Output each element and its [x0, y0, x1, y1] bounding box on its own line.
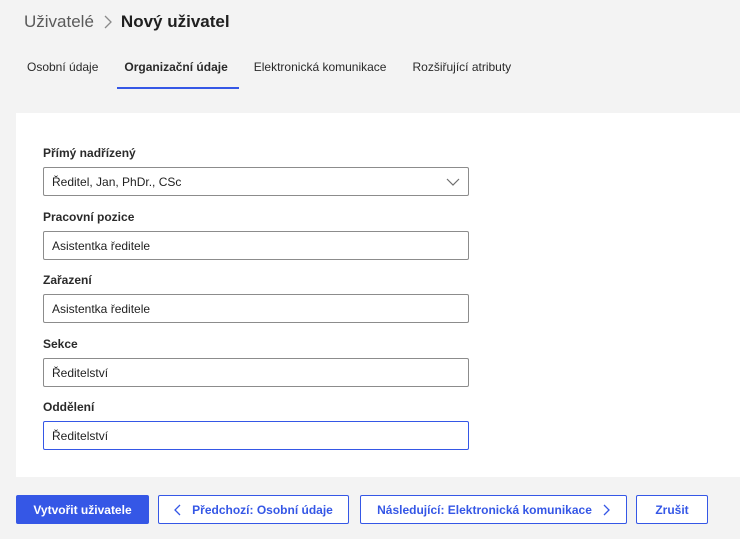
tab-electronic-communication[interactable]: Elektronická komunikace [243, 54, 398, 89]
section-label: Sekce [43, 337, 78, 351]
classification-input[interactable]: Asistentka ředitele [43, 294, 469, 323]
page-title: Nový uživatel [120, 12, 230, 31]
tab-organizational-data[interactable]: Organizační údaje [113, 54, 239, 89]
chevron-right-icon [104, 15, 112, 29]
form-panel: Přímý nadřízený Ředitel, Jan, PhDr., CSc… [16, 113, 740, 477]
department-field: Oddělení Ředitelství [43, 399, 469, 450]
next-button-label: Následující: Elektronická komunikace [377, 502, 592, 517]
previous-button-label: Předchozí: Osobní údaje [192, 502, 333, 517]
chevron-right-icon [603, 504, 610, 516]
department-value: Ředitelství [52, 428, 109, 443]
position-field: Pracovní pozice Asistentka ředitele [43, 209, 469, 260]
tab-extended-attributes[interactable]: Rozšiřující atributy [401, 54, 522, 89]
tab-label: Organizační údaje [124, 60, 228, 74]
position-label: Pracovní pozice [43, 210, 135, 224]
supervisor-label: Přímý nadřízený [43, 146, 136, 160]
chevron-left-icon [174, 504, 181, 516]
tab-label: Osobní údaje [27, 60, 99, 74]
position-input[interactable]: Asistentka ředitele [43, 231, 469, 260]
action-bar: Vytvořit uživatele Předchozí: Osobní úda… [16, 495, 708, 524]
section-input[interactable]: Ředitelství [43, 358, 469, 387]
supervisor-field: Přímý nadřízený Ředitel, Jan, PhDr., CSc [43, 145, 469, 196]
section-value: Ředitelství [52, 365, 109, 380]
classification-label: Zařazení [43, 273, 92, 287]
active-tab-indicator [117, 87, 239, 89]
next-button[interactable]: Následující: Elektronická komunikace [360, 495, 627, 524]
breadcrumb-parent-link[interactable]: Uživatelé [24, 12, 94, 32]
tab-bar: Osobní údaje Organizační údaje Elektroni… [16, 54, 526, 89]
tab-personal-data[interactable]: Osobní údaje [16, 54, 109, 89]
department-label: Oddělení [43, 400, 95, 414]
classification-field: Zařazení Asistentka ředitele [43, 272, 469, 323]
tab-label: Elektronická komunikace [253, 60, 387, 74]
chevron-down-icon [446, 178, 460, 186]
classification-value: Asistentka ředitele [52, 301, 151, 316]
supervisor-select[interactable]: Ředitel, Jan, PhDr., CSc [43, 167, 469, 196]
department-input[interactable]: Ředitelství [43, 421, 469, 450]
tab-label: Rozšiřující atributy [412, 60, 512, 74]
supervisor-value: Ředitel, Jan, PhDr., CSc [52, 174, 182, 189]
section-field: Sekce Ředitelství [43, 336, 469, 387]
position-value: Asistentka ředitele [52, 238, 151, 253]
previous-button[interactable]: Předchozí: Osobní údaje [158, 495, 349, 524]
create-user-button[interactable]: Vytvořit uživatele [16, 495, 149, 524]
breadcrumb: Uživatelé Nový uživatel [24, 11, 230, 33]
cancel-button[interactable]: Zrušit [636, 495, 708, 524]
